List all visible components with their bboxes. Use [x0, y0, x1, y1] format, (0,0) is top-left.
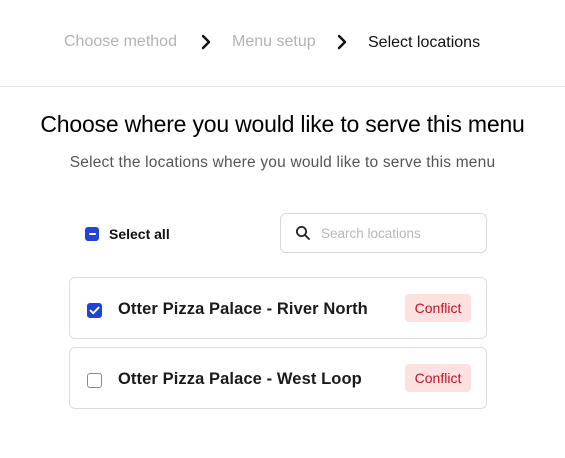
- select-all-label: Select all: [109, 226, 170, 242]
- location-name: Otter Pizza Palace - River North: [118, 300, 368, 318]
- step-select-locations: Select locations: [368, 34, 481, 51]
- search-icon: [295, 225, 311, 241]
- location-row-west-loop[interactable]: Otter Pizza Palace - West Loop Conflict: [69, 347, 487, 409]
- conflict-badge: Conflict: [405, 294, 471, 322]
- select-all-box[interactable]: [85, 227, 99, 241]
- chevron-right-icon: [200, 34, 212, 50]
- page-title: Choose where you would like to serve thi…: [40, 111, 525, 137]
- chevron-right-icon: [336, 34, 348, 50]
- minus-icon: [88, 233, 96, 235]
- location-name: Otter Pizza Palace - West Loop: [118, 370, 362, 388]
- stepper: Choose method Menu setup Select location…: [0, 0, 565, 87]
- location-row-river-north[interactable]: Otter Pizza Palace - River North Conflic…: [69, 277, 487, 339]
- conflict-badge: Conflict: [405, 364, 471, 392]
- select-all-checkbox[interactable]: Select all: [85, 224, 170, 244]
- checkmark-icon: [89, 306, 100, 315]
- location-checkbox-checked[interactable]: [87, 303, 102, 318]
- step-choose-method[interactable]: Choose method: [64, 33, 177, 51]
- location-checkbox-unchecked[interactable]: [87, 373, 102, 388]
- step-menu-setup[interactable]: Menu setup: [232, 33, 316, 51]
- page-subtitle: Select the locations where you would lik…: [69, 154, 496, 171]
- search-box[interactable]: [280, 213, 487, 253]
- search-input[interactable]: [321, 218, 481, 248]
